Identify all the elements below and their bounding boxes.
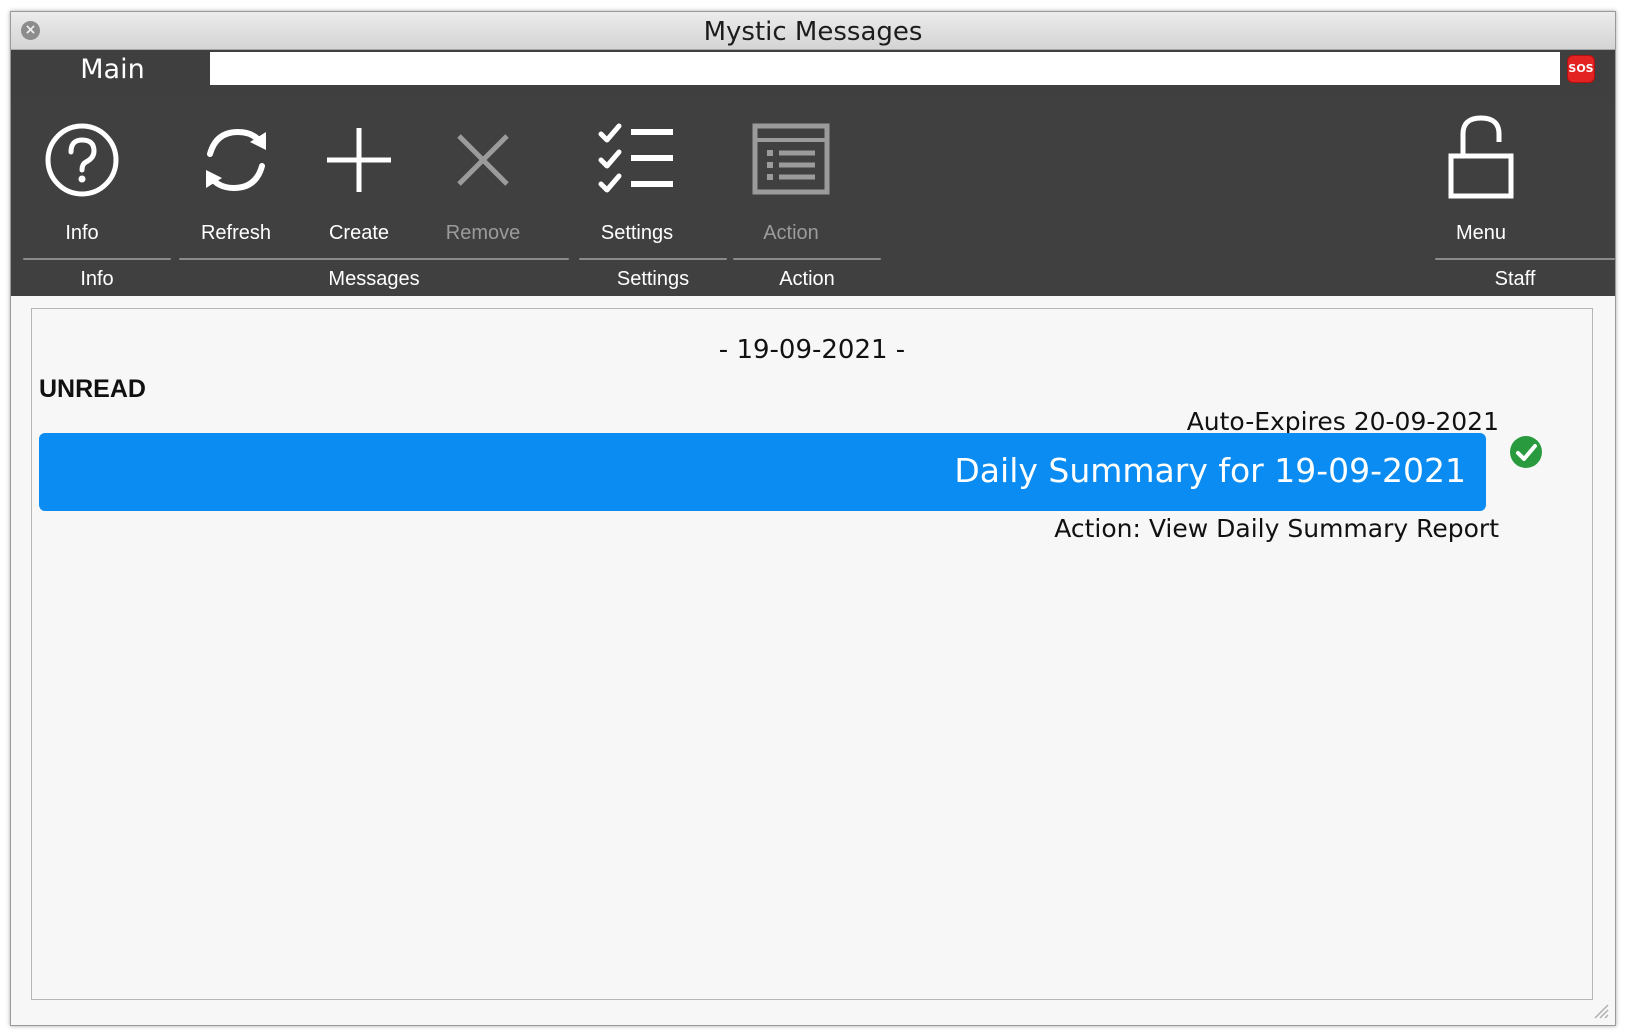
window-title: Mystic Messages [703,17,923,47]
group-divider-staff [1435,258,1615,260]
create-button[interactable]: Create [299,98,419,253]
refresh-button[interactable]: Refresh [176,98,296,253]
toolbar-ribbon: Info Refresh Create Remove Settings Acti… [11,98,1615,296]
group-label-messages: Messages [328,268,420,290]
info-button-label: Info [65,222,99,244]
resize-grip-icon[interactable] [1591,1001,1609,1019]
plus-icon [327,128,391,192]
info-button[interactable]: Info [22,98,142,253]
group-label-action: Action [779,268,835,290]
settings-button-label: Settings [600,222,674,244]
question-circle-icon [45,123,119,197]
message-title: Daily Summary for 19-09-2021 [954,451,1466,490]
checklist-icon [598,123,673,193]
tab-main[interactable]: Main [15,50,210,98]
date-header: - 19-09-2021 - [718,335,906,365]
messages-panel[interactable]: - 19-09-2021 - UNREAD Auto-Expires 20-09… [31,308,1593,1000]
action-button[interactable]: Action [731,98,851,253]
group-divider-action [733,258,881,260]
title-bar[interactable]: × Mystic Messages [11,12,1615,50]
group-divider-settings [579,258,727,260]
app-window: × Mystic Messages Main SOS Info Refresh … [10,11,1616,1026]
refresh-icon [206,128,266,192]
sos-button[interactable]: SOS [1568,56,1594,82]
group-divider-messages [179,258,569,260]
message-action[interactable]: Action: View Daily Summary Report [1054,514,1499,543]
list-window-icon [752,123,830,195]
group-divider-info [23,258,171,260]
remove-button-label: Remove [445,222,521,244]
message-item[interactable]: Daily Summary for 19-09-2021 [39,433,1486,511]
section-label-unread: UNREAD [39,375,146,403]
tab-strip: Main SOS [11,50,1615,98]
menu-button[interactable]: Menu [1421,98,1541,253]
unlocked-padlock-icon [1448,115,1514,199]
menu-button-label: Menu [1455,222,1507,244]
create-button-label: Create [328,222,390,244]
green-check-icon[interactable] [1510,436,1542,468]
tab-strip-fill [210,52,1560,85]
action-button-label: Action [763,222,819,244]
refresh-button-label: Refresh [200,222,272,244]
remove-button[interactable]: Remove [423,98,543,253]
group-label-staff: Staff [1494,268,1536,290]
x-icon [457,134,509,186]
message-expiry: Auto-Expires 20-09-2021 [1186,407,1499,436]
settings-button[interactable]: Settings [577,98,697,253]
group-label-settings: Settings [616,268,690,290]
group-label-info: Info [80,268,114,290]
